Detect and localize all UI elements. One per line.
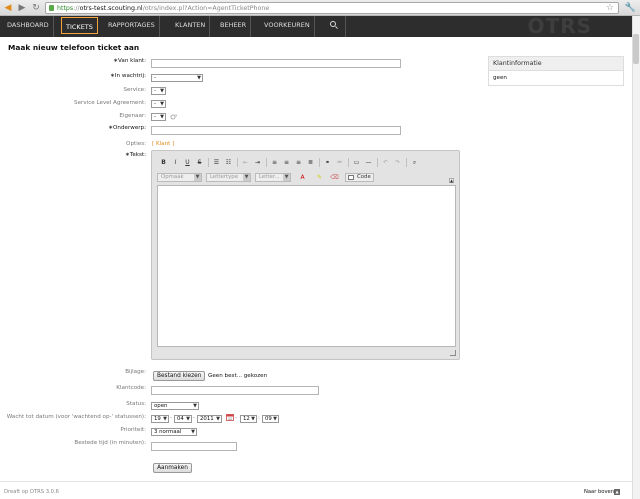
- opties-label: Opties:: [126, 141, 146, 147]
- url-scheme: https: [57, 4, 74, 12]
- code-button[interactable]: Code: [345, 173, 374, 182]
- unlink-icon[interactable]: ⚮: [335, 158, 344, 167]
- customer-info-value: geen: [493, 75, 507, 81]
- remove-format-icon[interactable]: ⌫: [330, 173, 339, 182]
- align-left-icon[interactable]: ≡: [270, 158, 279, 167]
- date-separator: -: [193, 415, 196, 421]
- date-separator: -: [170, 415, 173, 421]
- url-host: otrs-test.scouting.nl: [79, 4, 143, 12]
- forward-icon[interactable]: ▶: [16, 2, 28, 14]
- queue-select[interactable]: - ▼: [151, 74, 203, 82]
- back-to-top-link[interactable]: Naar boven: [584, 489, 614, 495]
- link-icon[interactable]: ⚭: [323, 158, 332, 167]
- horizontal-rule-icon[interactable]: —: [364, 158, 373, 167]
- time-separator: -: [235, 415, 238, 421]
- customer-info-box: Klantinformatie geen: [488, 56, 624, 86]
- choose-file-button[interactable]: Bestand kiezen: [153, 371, 205, 381]
- otrs-logo-watermark: OTRS: [527, 14, 592, 38]
- nav-rapportages[interactable]: RAPPORTAGES: [104, 16, 160, 37]
- align-justify-icon[interactable]: ≣: [306, 158, 315, 167]
- editor-body[interactable]: [157, 185, 456, 347]
- time-separator: :: [258, 415, 260, 421]
- format-select[interactable]: Opmaak ▼: [157, 173, 202, 182]
- toolbar-collapse-button[interactable]: ▲: [449, 178, 454, 183]
- eigenaar-label: Eigenaar:: [119, 113, 146, 119]
- service-select[interactable]: - ▼: [151, 87, 166, 95]
- arrow-up-icon[interactable]: ▲: [614, 489, 620, 495]
- bold-icon[interactable]: B: [159, 158, 168, 167]
- priority-select[interactable]: 3 normaal ▼: [151, 428, 197, 436]
- customer-options-link[interactable]: [ Klant ]: [152, 141, 174, 147]
- ordered-list-icon[interactable]: ☰: [212, 158, 221, 167]
- pending-hour-select[interactable]: 12 ▼: [240, 415, 257, 423]
- page-title: Maak nieuw telefoon ticket aan: [8, 43, 140, 52]
- rich-text-editor: B I U S ☰ ☷ ⇤ ⇥ ≡ ≡ ≡ ≣ ⚭ ⚮ ▭ — ↶ ↷ ⌕ Op…: [151, 150, 460, 360]
- pending-month-select[interactable]: 04 ▼: [174, 415, 192, 423]
- in-wachtrij-label: ∗In wachtrij:: [110, 73, 146, 79]
- undo-icon[interactable]: ↶: [381, 158, 390, 167]
- klantcode-label: Klantcode:: [116, 385, 146, 391]
- redo-icon[interactable]: ↷: [393, 158, 402, 167]
- onderwerp-label: ∗Onderwerp:: [108, 125, 146, 131]
- submit-button[interactable]: Aanmaken: [153, 463, 192, 473]
- sla-select[interactable]: - ▼: [151, 100, 166, 108]
- tekst-label: ∗Tekst:: [125, 152, 146, 158]
- pending-minute-select[interactable]: 09 ▼: [262, 415, 279, 423]
- wrench-icon[interactable]: 🔧: [625, 2, 636, 14]
- strikethrough-icon[interactable]: S: [195, 158, 204, 167]
- find-icon[interactable]: ⌕: [410, 158, 419, 167]
- main-navigation: OTRS DASHBOARD TICKETS RAPPORTAGES KLANT…: [0, 16, 632, 37]
- priority-label: Prioriteit:: [120, 427, 146, 433]
- nav-beheer[interactable]: BEHEER: [216, 16, 252, 37]
- file-status-text: Geen best... gekozen: [208, 373, 268, 379]
- reload-icon[interactable]: ↻: [30, 2, 42, 14]
- address-bar[interactable]: https://otrs-test.scouting.nl/otrs/index…: [45, 2, 619, 14]
- background-color-icon[interactable]: ✎: [315, 173, 324, 182]
- back-icon[interactable]: ◀: [2, 2, 14, 14]
- refresh-owners-icon[interactable]: [170, 114, 177, 120]
- unordered-list-icon[interactable]: ☷: [224, 158, 233, 167]
- bijlage-label: Bijlage:: [125, 369, 146, 375]
- service-label: Service:: [123, 87, 146, 93]
- bookmark-star-icon[interactable]: ☆: [606, 3, 614, 13]
- page-scrollbar[interactable]: [632, 16, 640, 499]
- text-color-icon[interactable]: A: [298, 173, 307, 182]
- lock-icon: [49, 5, 54, 11]
- nav-search-button[interactable]: [323, 16, 346, 37]
- page-footer: Dreaft op OTRS 3.0.6 Naar boven ▲: [0, 481, 632, 499]
- subject-input[interactable]: [151, 126, 401, 135]
- status-label: Status:: [126, 401, 146, 407]
- font-select[interactable]: Lettertype ▼: [206, 173, 251, 182]
- time-units-input[interactable]: [151, 442, 237, 451]
- nav-voorkeuren[interactable]: VOORKEUREN: [260, 16, 315, 37]
- van-klant-input[interactable]: [151, 59, 401, 68]
- url-path: /otrs/index.pl?Action=AgentTicketPhone: [142, 4, 270, 12]
- indent-icon[interactable]: ⇥: [253, 158, 262, 167]
- nav-klanten[interactable]: KLANTEN: [171, 16, 211, 37]
- italic-icon[interactable]: I: [171, 158, 180, 167]
- sla-label: Service Level Agreement:: [74, 100, 146, 106]
- state-select[interactable]: open ▼: [151, 402, 199, 410]
- font-size-select[interactable]: Letter... ▼: [255, 173, 291, 182]
- image-icon[interactable]: ▭: [352, 158, 361, 167]
- van-klant-label: ∗Van klant:: [113, 58, 146, 64]
- scrollbar-thumb[interactable]: [633, 34, 639, 64]
- nav-dashboard[interactable]: DASHBOARD: [3, 16, 54, 37]
- pending-day-select[interactable]: 19 ▼: [151, 415, 169, 423]
- owner-select[interactable]: - ▼: [151, 113, 166, 121]
- outdent-icon[interactable]: ⇤: [241, 158, 250, 167]
- pending-year-select[interactable]: 2011 ▼: [197, 415, 222, 423]
- nav-tickets[interactable]: TICKETS: [61, 17, 98, 34]
- calendar-icon[interactable]: [226, 414, 234, 421]
- time-units-label: Bestede tijd (in minuten):: [74, 440, 146, 446]
- editor-resize-handle[interactable]: [450, 350, 456, 356]
- customer-id-input[interactable]: [151, 386, 319, 395]
- align-center-icon[interactable]: ≡: [282, 158, 291, 167]
- align-right-icon[interactable]: ≡: [294, 158, 303, 167]
- pending-date-label: Wacht tot datum (voor 'wachtend op-' sta…: [6, 414, 146, 420]
- underline-icon[interactable]: U: [183, 158, 192, 167]
- code-icon: [348, 175, 354, 180]
- powered-by-text[interactable]: Dreaft op OTRS 3.0.6: [4, 489, 59, 495]
- customer-info-title: Klantinformatie: [489, 57, 623, 71]
